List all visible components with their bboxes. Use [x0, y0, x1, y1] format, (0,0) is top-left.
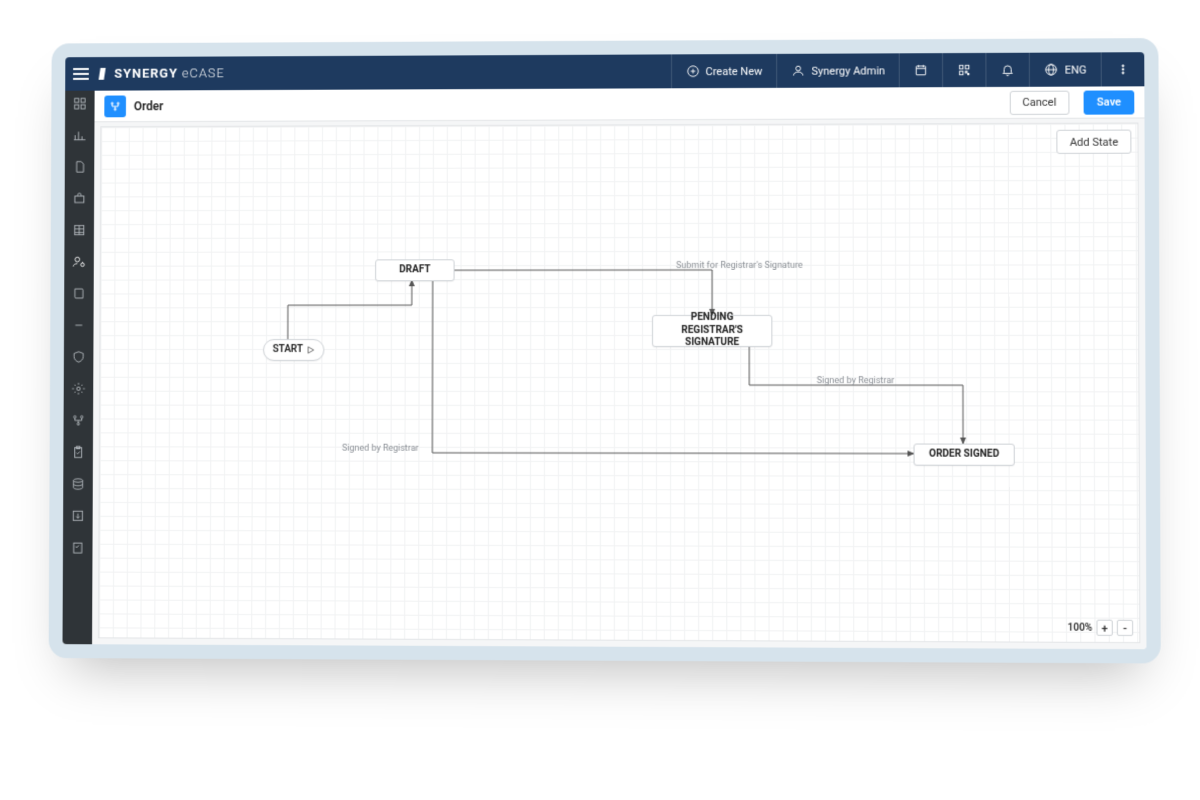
user-menu[interactable]: Synergy Admin: [776, 53, 899, 88]
sidebar-checklist-icon[interactable]: [71, 541, 85, 555]
notifications-button[interactable]: [986, 53, 1030, 87]
calendar-button[interactable]: [899, 53, 942, 87]
more-vert-icon: [1116, 62, 1130, 76]
page-header: Order Cancel Save: [94, 86, 1144, 122]
page-title: Order: [134, 99, 164, 113]
qr-button[interactable]: [942, 53, 985, 87]
create-new-button[interactable]: Create New: [671, 54, 777, 88]
workflow-badge-icon: [104, 95, 126, 117]
sidebar-table-icon[interactable]: [72, 223, 86, 237]
sidebar: [63, 91, 95, 645]
zoom-out-button[interactable]: -: [1117, 620, 1133, 636]
language-label: ENG: [1065, 63, 1087, 76]
transition-lines: [99, 124, 1139, 643]
plus-circle-icon: [686, 64, 700, 78]
play-icon: [307, 346, 315, 354]
user-icon: [791, 64, 805, 78]
sidebar-clipboard-icon[interactable]: [71, 445, 85, 459]
sidebar-gear-icon[interactable]: [72, 382, 86, 396]
user-name: Synergy Admin: [812, 64, 886, 77]
transition-submit-label: Submit for Registrar's Signature: [676, 261, 803, 271]
state-pending[interactable]: PENDING REGISTRAR'S SIGNATURE: [652, 315, 772, 347]
sidebar-book-icon[interactable]: [72, 287, 86, 301]
bell-icon: [1001, 63, 1015, 77]
state-start[interactable]: START: [263, 339, 324, 361]
brand-strong: SYNERGY: [114, 66, 178, 81]
transition-signed-1-label: Signed by Registrar: [817, 376, 895, 386]
sidebar-minus-icon[interactable]: [72, 318, 86, 332]
sidebar-workflow-icon[interactable]: [71, 413, 85, 427]
sidebar-dashboard-icon[interactable]: [73, 97, 87, 111]
qr-icon: [958, 63, 972, 77]
sidebar-shield-icon[interactable]: [72, 350, 86, 364]
state-draft[interactable]: DRAFT: [375, 259, 454, 281]
globe-icon: [1044, 63, 1058, 77]
save-button[interactable]: Save: [1084, 90, 1135, 114]
cancel-button[interactable]: Cancel: [1009, 90, 1069, 114]
more-button[interactable]: [1101, 52, 1145, 86]
zoom-in-button[interactable]: +: [1096, 620, 1112, 636]
state-start-label: START: [273, 344, 303, 356]
transition-signed-2-label: Signed by Registrar: [342, 444, 419, 454]
sidebar-briefcase-icon[interactable]: [72, 192, 86, 206]
sidebar-database-icon[interactable]: [71, 477, 85, 491]
sidebar-user-settings-icon[interactable]: [72, 255, 86, 269]
brand-logo: SYNERGY eCASE: [99, 66, 225, 81]
workflow-canvas[interactable]: Add State: [98, 123, 1140, 644]
language-button[interactable]: ENG: [1029, 52, 1101, 86]
topbar: SYNERGY eCASE Create New Synergy Admin E…: [65, 52, 1144, 91]
brand-light: eCASE: [182, 66, 225, 81]
zoom-controls: 100% + -: [1067, 620, 1133, 636]
brand-mark-icon: [99, 68, 111, 80]
state-order-signed[interactable]: ORDER SIGNED: [914, 444, 1015, 466]
calendar-icon: [914, 63, 928, 77]
add-state-button[interactable]: Add State: [1056, 130, 1131, 154]
sidebar-import-icon[interactable]: [71, 509, 85, 523]
zoom-level: 100%: [1067, 622, 1092, 633]
create-new-label: Create New: [706, 64, 763, 77]
sidebar-document-icon[interactable]: [73, 160, 87, 174]
menu-icon[interactable]: [73, 68, 89, 80]
app-screen: SYNERGY eCASE Create New Synergy Admin E…: [63, 52, 1147, 649]
sidebar-chart-icon[interactable]: [73, 128, 87, 142]
device-frame: SYNERGY eCASE Create New Synergy Admin E…: [49, 38, 1161, 663]
